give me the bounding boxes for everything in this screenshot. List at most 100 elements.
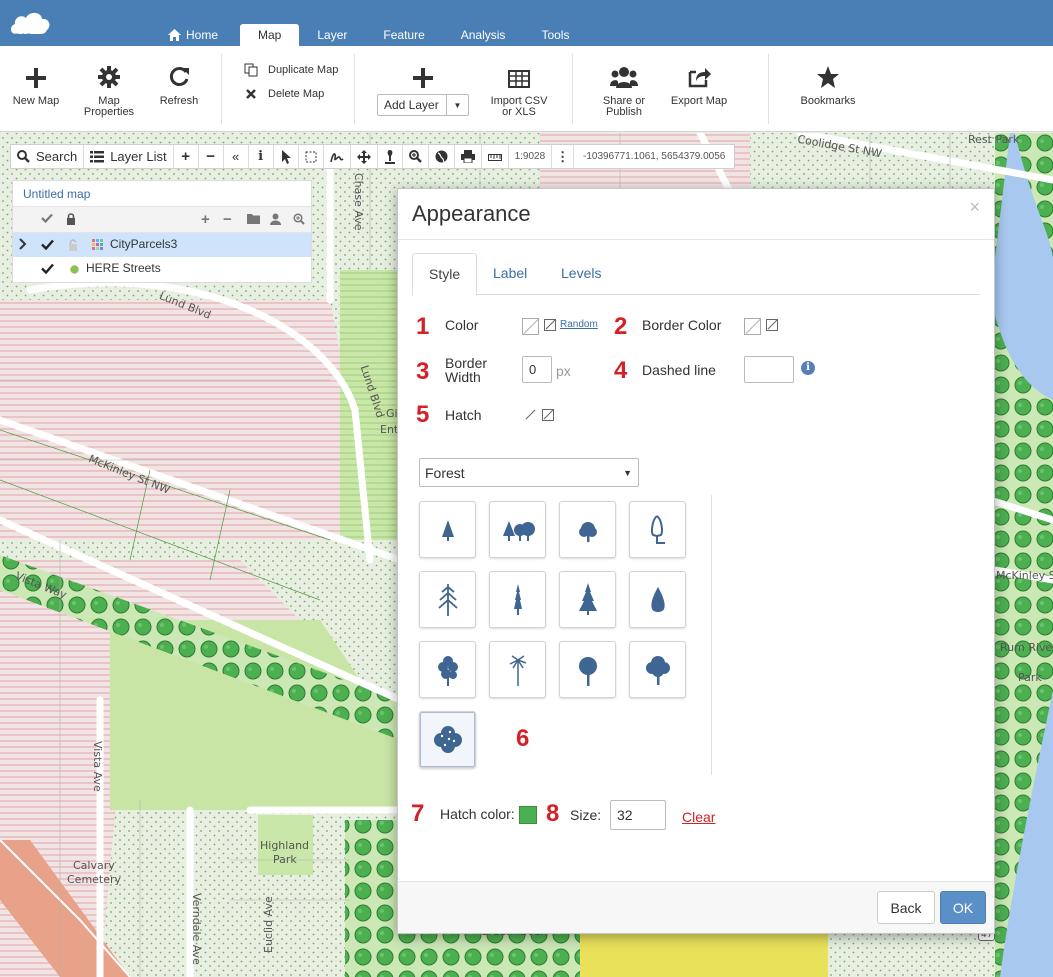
import-csv-button[interactable]: Import CSV or XLS — [488, 62, 550, 118]
hatch-option[interactable] — [559, 501, 616, 558]
conifer-small-icon — [441, 519, 454, 541]
zoom-out-button[interactable]: − — [199, 145, 224, 168]
add-layer-icon[interactable]: + — [201, 211, 210, 228]
visible-check-icon[interactable] — [41, 239, 54, 250]
unlock-icon[interactable] — [68, 239, 78, 251]
search-button[interactable]: Search — [11, 145, 85, 168]
color-label: Color — [445, 317, 479, 333]
tab-label[interactable]: Label — [477, 253, 543, 295]
fill-color-picker-icon[interactable] — [544, 319, 556, 331]
nav-tab-analysis-label: Analysis — [460, 28, 506, 42]
share-publish-button[interactable]: Share or Publish — [598, 62, 650, 118]
layer-row[interactable]: HERE Streets — [13, 257, 311, 281]
remove-layer-icon[interactable]: − — [223, 211, 232, 228]
pointer-icon — [281, 149, 291, 164]
ok-button[interactable]: OK — [940, 891, 986, 924]
hatch-swatch[interactable] — [524, 409, 536, 421]
chevron-right-icon[interactable] — [19, 238, 27, 250]
top-nav-bar: GIS Home Map Layer Feature Analysis Tool… — [0, 0, 1053, 46]
fill-color-swatch[interactable] — [522, 318, 539, 335]
px-unit: px — [556, 363, 571, 379]
folder-icon[interactable] — [247, 213, 260, 224]
add-layer-dropdown[interactable]: Add Layer ▼ — [377, 94, 469, 116]
close-icon[interactable]: × — [969, 197, 980, 218]
new-map-button[interactable]: New Map — [10, 62, 62, 107]
clear-link[interactable]: Clear — [682, 809, 715, 825]
info-tool-button[interactable]: i — [249, 145, 274, 168]
hatch-option-selected[interactable] — [419, 711, 476, 768]
print-button[interactable] — [455, 145, 482, 168]
hatch-option[interactable] — [629, 501, 686, 558]
measure-tool-button[interactable] — [378, 145, 403, 168]
hatch-option[interactable] — [419, 571, 476, 628]
more-button[interactable]: ⋮ — [552, 145, 575, 168]
user-icon[interactable] — [270, 213, 281, 225]
zoom-tool-button[interactable] — [403, 145, 429, 168]
hatch-option[interactable] — [559, 641, 616, 698]
hatch-option[interactable] — [629, 641, 686, 698]
export-map-button[interactable]: Export Map — [668, 62, 730, 107]
size-input[interactable]: 32 — [610, 800, 666, 830]
hatch-option[interactable] — [559, 571, 616, 628]
bookmarks-button[interactable]: Bookmarks — [796, 62, 860, 107]
multicolor-grid-icon — [92, 239, 103, 250]
coordinates-readout: -10396771.1061, 5654379.0056 — [582, 151, 726, 162]
info-icon[interactable]: i — [801, 361, 815, 375]
box-select-button[interactable] — [299, 145, 324, 168]
check-all-icon[interactable] — [41, 213, 53, 223]
hatch-option[interactable] — [489, 501, 546, 558]
refresh-button[interactable]: Refresh — [156, 62, 202, 107]
cemetery-label-1: Calvary — [73, 859, 115, 872]
hatch-option[interactable] — [489, 571, 546, 628]
nav-tab-feature[interactable]: Feature — [365, 24, 442, 46]
nav-tab-tools[interactable]: Tools — [523, 24, 587, 46]
random-color-link[interactable]: Random — [560, 319, 598, 330]
pan-tool-button[interactable] — [351, 145, 378, 168]
border-width-input[interactable]: 0 — [522, 356, 552, 383]
plus-icon — [26, 68, 46, 88]
add-layer-plus-button[interactable] — [410, 62, 436, 96]
delete-map-button[interactable]: Delete Map — [244, 87, 324, 101]
bush-icon — [433, 725, 462, 753]
zoom-in-button[interactable]: + — [174, 145, 199, 168]
layer-name: HERE Streets — [86, 261, 161, 275]
select-tool-button[interactable] — [274, 145, 299, 168]
gis-cloud-logo[interactable]: GIS — [8, 8, 54, 45]
hatch-picker-icon[interactable] — [542, 409, 554, 421]
hatch-option[interactable] — [489, 641, 546, 698]
hatch-option[interactable] — [629, 571, 686, 628]
nav-tab-feature-label: Feature — [383, 28, 425, 42]
zoom-to-layer-icon[interactable] — [293, 213, 305, 225]
print-icon — [460, 150, 475, 163]
map-title[interactable]: Untitled map — [13, 181, 311, 206]
tab-levels[interactable]: Levels — [545, 253, 617, 295]
callout-number: 2 — [614, 313, 628, 340]
visible-check-icon[interactable] — [41, 263, 54, 274]
hatch-option[interactable] — [419, 641, 476, 698]
map-properties-button[interactable]: Map Properties — [82, 62, 136, 118]
tab-style[interactable]: Style — [412, 253, 478, 296]
hatch-color-swatch[interactable] — [519, 806, 537, 824]
nav-tab-layer[interactable]: Layer — [299, 24, 365, 46]
close-icon — [246, 89, 256, 99]
hatch-category-select[interactable]: Forest ▼ — [419, 458, 639, 487]
border-color-picker-icon[interactable] — [766, 319, 778, 331]
nav-tab-analysis[interactable]: Analysis — [443, 24, 524, 46]
hatch-option[interactable] — [419, 501, 476, 558]
layer-list-button[interactable]: Layer List — [84, 145, 174, 168]
dashed-line-input[interactable] — [744, 356, 794, 383]
nav-tab-home[interactable]: Home — [150, 24, 236, 46]
duplicate-map-button[interactable]: Duplicate Map — [244, 63, 338, 77]
refresh-icon — [169, 67, 189, 86]
nav-tab-map[interactable]: Map — [240, 24, 300, 46]
globe-button[interactable] — [429, 145, 455, 168]
draw-tool-button[interactable] — [324, 145, 351, 168]
border-color-swatch[interactable] — [744, 318, 761, 335]
lock-icon[interactable] — [66, 213, 76, 225]
list-icon — [90, 150, 105, 162]
scale-bar-button[interactable] — [482, 145, 509, 168]
layer-panel-header: + − — [13, 206, 311, 233]
layer-row[interactable]: CityParcels3 — [13, 233, 311, 257]
collapse-button[interactable]: « — [224, 145, 249, 168]
back-button[interactable]: Back — [877, 891, 935, 924]
